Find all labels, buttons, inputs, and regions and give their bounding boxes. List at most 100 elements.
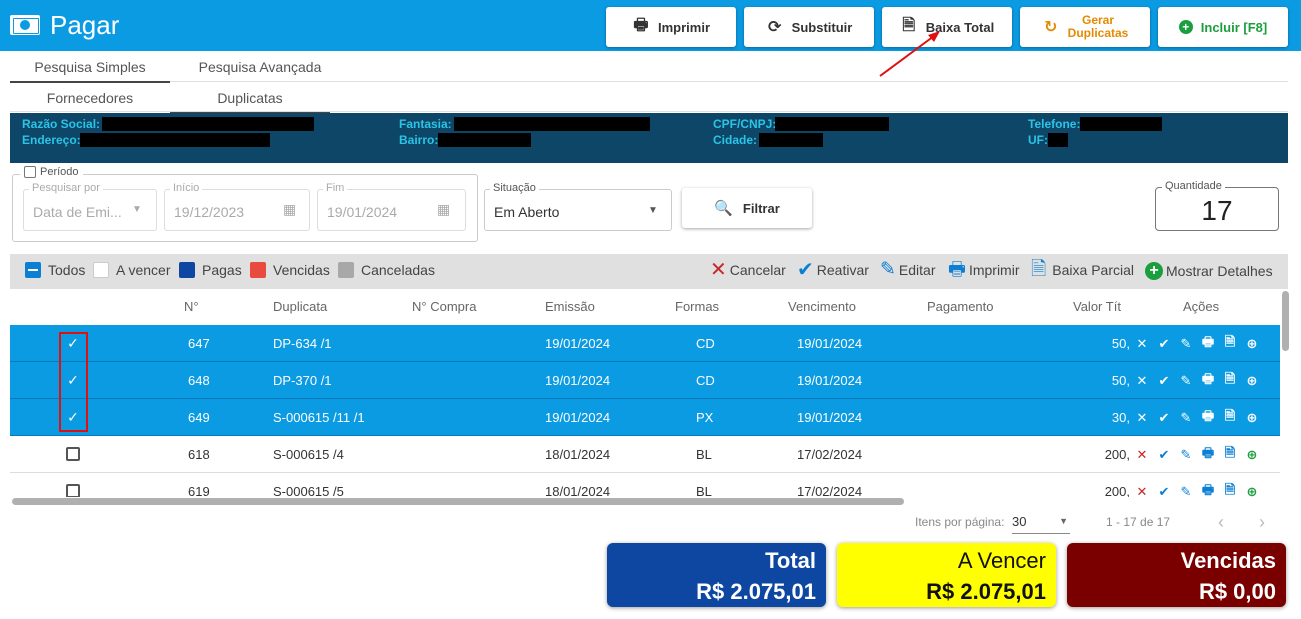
filtrar-button[interactable]: 🔍 Filtrar	[682, 188, 812, 228]
header-n-compra[interactable]: N° Compra	[412, 289, 476, 323]
tab-pesquisa-avancada[interactable]: Pesquisa Avançada	[170, 52, 350, 82]
table-row[interactable]: 619 S-000615 /5 18/01/2024 BL 17/02/2024 200,…	[10, 473, 1280, 497]
check-icon[interactable]: ✔	[1157, 336, 1171, 352]
check-icon[interactable]: ✔	[1157, 373, 1171, 389]
imprimir-action[interactable]: 🖶 Imprimir	[948, 260, 1019, 279]
minus-checkbox-icon[interactable]	[25, 262, 41, 278]
vencidas-card: Vencidas R$ 0,00	[1067, 543, 1286, 607]
baixa-parcial-action[interactable]: 🗎 Baixa Parcial	[1031, 260, 1134, 279]
legend-pagas[interactable]: Pagas	[179, 262, 242, 278]
edit-icon[interactable]: ✎	[1179, 484, 1193, 498]
document-icon[interactable]: 🗎	[1223, 370, 1237, 392]
header-numero[interactable]: N°	[184, 289, 199, 323]
chevron-left-icon[interactable]: ‹	[1218, 512, 1224, 533]
periodo-label: Período	[40, 166, 79, 178]
document-icon[interactable]: 🗎	[1223, 407, 1237, 429]
edit-icon[interactable]: ✎	[1179, 410, 1193, 426]
inicio-label: Início	[170, 182, 203, 194]
mostrar-detalhes-action[interactable]: + Mostrar Detalhes	[1145, 262, 1273, 280]
close-icon[interactable]: ✕	[1135, 410, 1149, 426]
header-pagamento[interactable]: Pagamento	[927, 289, 994, 323]
table-row[interactable]: ✓ 647 DP-634 /1 19/01/2024 CD 19/01/2024 50, ✕ ✔…	[10, 325, 1280, 362]
cell-valor: 50,	[1111, 373, 1130, 388]
edit-icon[interactable]: ✎	[1179, 447, 1193, 463]
refresh-icon: ⟳	[767, 19, 782, 36]
substituir-button[interactable]: ⟳ Substituir	[744, 7, 874, 47]
money-icon	[10, 15, 40, 35]
fantasia-label: Fantasia:	[399, 117, 452, 131]
quantidade-label: Quantidade	[1162, 180, 1225, 192]
header-emissao[interactable]: Emissão	[545, 289, 595, 323]
incluir-button[interactable]: + Incluir [F8]	[1158, 7, 1288, 47]
header-valor[interactable]: Valor Tít	[1073, 289, 1121, 323]
table-row[interactable]: 618 S-000615 /4 18/01/2024 BL 17/02/2024 200,…	[10, 436, 1280, 473]
document-icon[interactable]: 🗎	[1223, 444, 1237, 466]
check-icon[interactable]: ✔	[1157, 447, 1171, 463]
legend-vencidas[interactable]: Vencidas	[250, 262, 330, 278]
vertical-scrollbar[interactable]	[1282, 291, 1289, 351]
chevron-right-icon[interactable]: ›	[1259, 512, 1265, 533]
redacted-block	[759, 133, 823, 147]
close-icon[interactable]: ✕	[1135, 484, 1149, 498]
row-checkbox[interactable]	[66, 484, 80, 497]
header-vencimento[interactable]: Vencimento	[788, 289, 856, 323]
vencidas-value: R$ 0,00	[1198, 579, 1276, 604]
cancelar-action[interactable]: ✕ Cancelar	[710, 260, 786, 280]
edit-icon[interactable]: ✎	[1179, 336, 1193, 352]
cidade-label: Cidade:	[713, 133, 758, 147]
editar-label: Editar	[898, 262, 936, 278]
row-checkbox[interactable]	[66, 447, 80, 461]
header-duplicata[interactable]: Duplicata	[273, 289, 327, 323]
plus-circle-icon[interactable]: ⊕	[1245, 447, 1259, 463]
editar-action[interactable]: ✎ Editar	[880, 260, 936, 279]
table-row[interactable]: ✓ 648 DP-370 /1 19/01/2024 CD 19/01/2024 50, ✕ ✔…	[10, 362, 1280, 399]
table-row[interactable]: ✓ 649 S-000615 /11 /1 19/01/2024 PX 19/01/202…	[10, 399, 1280, 436]
check-icon: ✔	[797, 259, 814, 281]
tab-pesquisa-simples[interactable]: Pesquisa Simples	[10, 52, 170, 83]
row-actions: ✕ ✔ ✎ 🖶 🗎 ⊕	[1135, 436, 1259, 473]
row-actions: ✕ ✔ ✎ 🖶 🗎 ⊕	[1135, 473, 1259, 498]
check-icon[interactable]: ✔	[1157, 410, 1171, 426]
legend-canceladas[interactable]: Canceladas	[338, 262, 435, 278]
check-icon[interactable]: ✔	[1157, 484, 1171, 498]
printer-icon[interactable]: 🖶	[1201, 333, 1215, 355]
calendar-icon[interactable]: ▦	[283, 201, 296, 218]
gerar-duplicatas-button[interactable]: ↻ Gerar Duplicatas	[1020, 7, 1150, 47]
periodo-toggle[interactable]: Período	[20, 166, 83, 178]
close-icon[interactable]: ✕	[1135, 447, 1149, 463]
close-icon[interactable]: ✕	[1135, 373, 1149, 389]
calendar-icon[interactable]: ▦	[437, 201, 450, 218]
reativar-action[interactable]: ✔ Reativar	[797, 259, 869, 281]
header-formas[interactable]: Formas	[675, 289, 719, 323]
imprimir-button[interactable]: 🖶 Imprimir	[606, 7, 736, 47]
periodo-checkbox[interactable]	[24, 166, 36, 178]
plus-circle-icon[interactable]: ⊕	[1245, 484, 1259, 498]
tab-duplicatas[interactable]: Duplicatas	[170, 83, 330, 114]
search-tabs: Pesquisa Simples Pesquisa Avançada	[10, 52, 1288, 83]
cell-vencimento: 19/01/2024	[797, 336, 863, 351]
razao-social-label: Razão Social:	[22, 117, 101, 131]
legend-todos-label: Todos	[48, 262, 86, 278]
filtrar-label: Filtrar	[742, 200, 780, 216]
horizontal-scrollbar[interactable]	[12, 498, 904, 505]
printer-icon[interactable]: 🖶	[1201, 481, 1215, 498]
document-icon[interactable]: 🗎	[1223, 481, 1237, 498]
legend-a-vencer[interactable]: A vencer	[93, 262, 170, 278]
a-vencer-card: A Vencer R$ 2.075,01	[837, 543, 1056, 607]
legend-todos[interactable]: Todos	[25, 262, 85, 278]
itens-por-pagina-label: Itens por página:	[915, 515, 1005, 529]
plus-circle-icon[interactable]: ⊕	[1245, 373, 1259, 389]
plus-circle-icon[interactable]: ⊕	[1245, 336, 1259, 352]
tab-fornecedores[interactable]: Fornecedores	[10, 83, 170, 113]
cell-forma: CD	[696, 336, 715, 351]
itens-por-pagina-select[interactable]: 30 ▼	[1012, 514, 1070, 534]
document-icon[interactable]: 🗎	[1223, 333, 1237, 355]
printer-icon[interactable]: 🖶	[1201, 370, 1215, 392]
cell-emissao: 19/01/2024	[545, 373, 611, 388]
close-icon[interactable]: ✕	[1135, 336, 1149, 352]
printer-icon[interactable]: 🖶	[1201, 444, 1215, 466]
printer-icon[interactable]: 🖶	[1201, 407, 1215, 429]
plus-circle-icon[interactable]: ⊕	[1245, 410, 1259, 426]
edit-icon[interactable]: ✎	[1179, 373, 1193, 389]
cell-emissao: 18/01/2024	[545, 447, 611, 462]
